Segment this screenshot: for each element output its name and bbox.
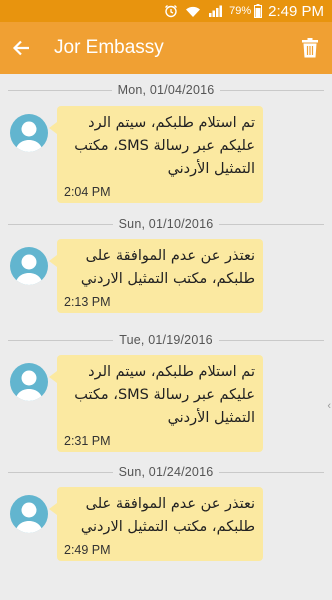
message-time: 2:04 PM <box>64 185 111 199</box>
avatar-icon[interactable] <box>10 114 48 152</box>
message-time: 2:31 PM <box>64 434 111 448</box>
message-bubble[interactable]: تم استلام طلبكم، سيتم الرد عليكم عبر رسا… <box>49 355 263 452</box>
date-label: Sun, 01/10/2016 <box>118 217 214 231</box>
conversation-title: Jor Embassy <box>54 37 164 58</box>
wifi-icon <box>185 5 201 18</box>
message-thread[interactable]: Mon, 01/04/2016 تم استلام طلبكم، سيتم ال… <box>0 74 332 600</box>
date-divider: Tue, 01/19/2016 <box>0 330 332 350</box>
message-bubble[interactable]: نعتذر عن عدم الموافقة على طلبكم، مكتب ال… <box>49 239 263 313</box>
message-text: تم استلام طلبكم، سيتم الرد عليكم عبر رسا… <box>74 364 255 426</box>
date-divider: Sun, 01/10/2016 <box>0 214 332 234</box>
message-text: نعتذر عن عدم الموافقة على طلبكم، مكتب ال… <box>80 248 255 287</box>
avatar-icon[interactable] <box>10 363 48 401</box>
scroll-handle-icon[interactable]: ‹ <box>327 400 331 412</box>
avatar-icon[interactable] <box>10 247 48 285</box>
message-text: نعتذر عن عدم الموافقة على طلبكم، مكتب ال… <box>80 496 255 535</box>
message-bubble[interactable]: نعتذر عن عدم الموافقة على طلبكم، مكتب ال… <box>49 487 263 561</box>
alarm-icon <box>164 4 178 18</box>
message-time: 2:13 PM <box>64 295 111 309</box>
trash-icon[interactable] <box>300 38 320 58</box>
date-label: Sun, 01/24/2016 <box>118 465 214 479</box>
date-label: Tue, 01/19/2016 <box>119 333 213 347</box>
message-text: تم استلام طلبكم، سيتم الرد عليكم عبر رسا… <box>74 115 255 177</box>
date-divider: Mon, 01/04/2016 <box>0 80 332 100</box>
message-time: 2:49 PM <box>64 543 111 557</box>
arrow-back-icon[interactable] <box>12 40 42 56</box>
battery-percent: 79% <box>229 5 252 17</box>
signal-icon <box>208 5 223 18</box>
date-label: Mon, 01/04/2016 <box>117 83 215 97</box>
date-divider: Sun, 01/24/2016 <box>0 462 332 482</box>
battery-icon <box>254 4 263 18</box>
avatar-icon[interactable] <box>10 495 48 533</box>
status-bar: 79% 2:49 PM <box>0 0 332 22</box>
clock: 2:49 PM <box>268 2 324 20</box>
app-bar: Jor Embassy <box>0 22 332 74</box>
message-bubble[interactable]: تم استلام طلبكم، سيتم الرد عليكم عبر رسا… <box>49 106 263 203</box>
